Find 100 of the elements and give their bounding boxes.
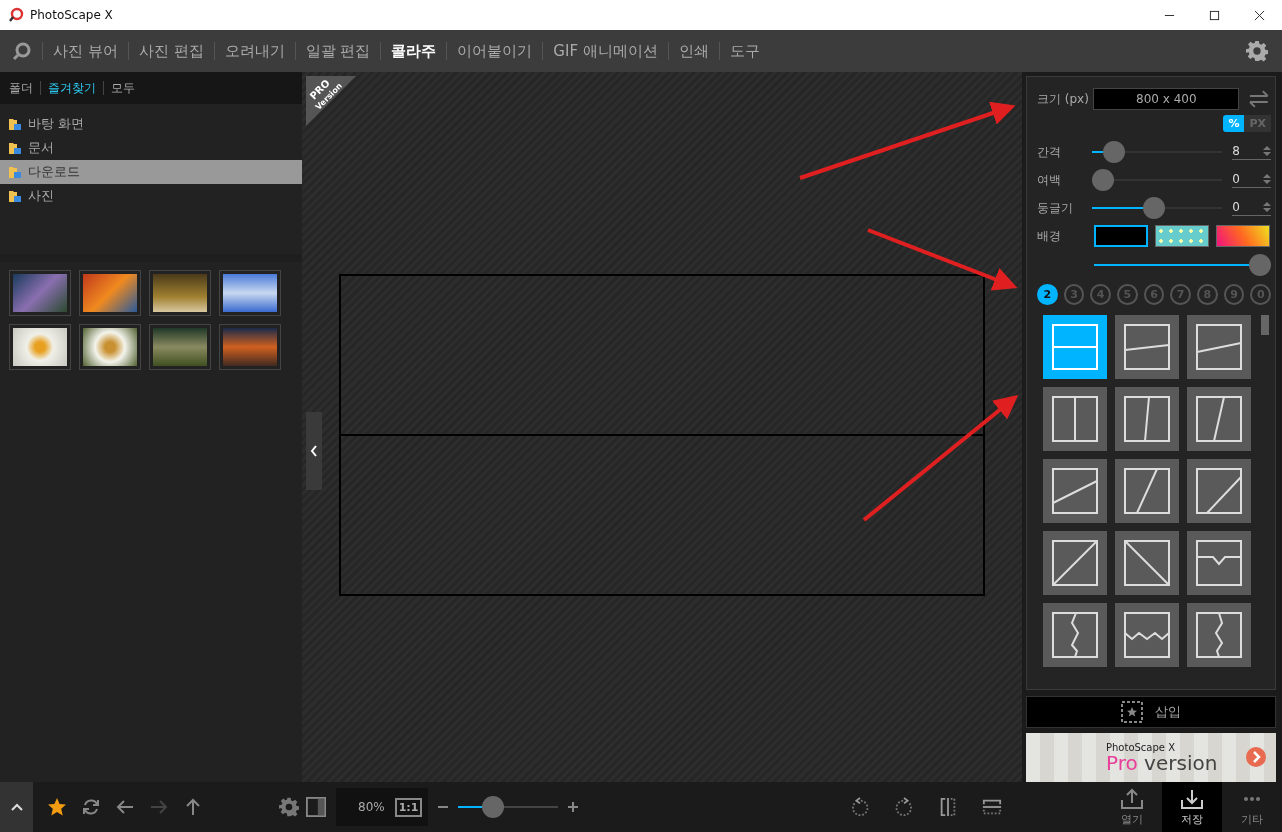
layout-tile[interactable] — [1043, 459, 1107, 523]
menu-tab[interactable]: 오려내기 — [224, 41, 285, 61]
window-title: PhotoScape X — [30, 8, 113, 22]
zoom-value: 80% — [358, 800, 385, 814]
photo-thumbnail[interactable] — [149, 324, 211, 370]
spinner-icon — [1263, 201, 1271, 213]
collapse-handle[interactable] — [306, 412, 322, 490]
photo-thumbnail[interactable] — [79, 324, 141, 370]
zoom-in-icon[interactable] — [568, 802, 579, 812]
flip-horizontal-icon[interactable] — [938, 797, 958, 817]
number-field[interactable]: 0 — [1232, 200, 1271, 216]
action-button[interactable]: 기타 — [1222, 782, 1282, 832]
menu-tab[interactable]: 콜라주 — [391, 41, 437, 61]
layout-tile[interactable] — [1115, 603, 1179, 667]
more-icon — [1244, 796, 1260, 801]
layout-tile[interactable] — [1187, 315, 1251, 379]
banner-headline: Pro version — [1106, 753, 1218, 773]
folder-item[interactable]: 사진 — [0, 184, 302, 208]
download-icon — [1181, 787, 1203, 810]
swap-icon[interactable] — [1247, 90, 1271, 108]
slider[interactable] — [1092, 169, 1223, 191]
zoom-slider[interactable] — [458, 796, 559, 818]
number-field[interactable]: 8 — [1232, 144, 1271, 160]
slider-label: 여백 — [1037, 171, 1062, 189]
app-logo-icon — [8, 7, 24, 23]
menu-tab[interactable]: 사진 편집 — [138, 41, 204, 61]
action-button[interactable]: 저장 — [1162, 782, 1222, 832]
layout-tile[interactable] — [1187, 387, 1251, 451]
number-field[interactable]: 0 — [1232, 172, 1271, 188]
background-swatch[interactable] — [1094, 225, 1148, 247]
sidebar-tab[interactable]: 폴더 — [9, 79, 33, 97]
spinner-icon — [1263, 173, 1271, 185]
photo-thumbnail[interactable] — [219, 270, 281, 316]
layout-tile[interactable] — [1115, 387, 1179, 451]
layout-tile[interactable] — [1043, 531, 1107, 595]
compare-icon[interactable] — [306, 797, 326, 817]
background-swatch[interactable] — [1155, 225, 1209, 247]
folder-icon — [8, 189, 22, 203]
menu-tab[interactable]: 일괄 편집 — [305, 41, 371, 61]
layout-tile[interactable] — [1043, 603, 1107, 667]
layout-tile[interactable] — [1187, 531, 1251, 595]
pro-version-banner[interactable]: PhotoScape X Pro version — [1026, 733, 1276, 782]
refresh-icon[interactable] — [81, 797, 101, 817]
photo-thumbnail[interactable] — [9, 324, 71, 370]
layout-tile[interactable] — [1115, 531, 1179, 595]
flip-vertical-icon[interactable] — [982, 797, 1002, 817]
app-logo-icon[interactable] — [12, 41, 32, 61]
folder-label: 문서 — [28, 139, 54, 157]
upload-icon — [1121, 787, 1143, 810]
slider-label: 둥글기 — [1037, 199, 1074, 217]
layout-tile[interactable] — [1115, 315, 1179, 379]
menu-tab[interactable]: 사진 뷰어 — [53, 41, 118, 61]
photo-thumbnail[interactable] — [149, 270, 211, 316]
background-swatch[interactable] — [1216, 225, 1270, 247]
size-field[interactable]: 800 x 400 — [1093, 88, 1240, 110]
slider[interactable] — [1092, 141, 1223, 163]
slider-label: 간격 — [1037, 143, 1062, 161]
settings-icon[interactable] — [1246, 40, 1268, 62]
action-button[interactable]: 열기 — [1102, 782, 1162, 832]
sidebar-tab[interactable]: 즐겨찾기 — [48, 79, 96, 97]
photo-thumbnail[interactable] — [9, 270, 71, 316]
layout-tile[interactable] — [1043, 315, 1107, 379]
menu-tab[interactable]: GIF 애니메이션 — [553, 41, 658, 61]
folder-label: 사진 — [28, 187, 54, 205]
folder-icon — [8, 165, 22, 179]
chevron-left-icon — [310, 445, 318, 457]
folder-icon — [8, 141, 22, 155]
star-icon[interactable] — [47, 797, 67, 817]
layout-tile[interactable] — [1115, 459, 1179, 523]
background-label: 배경 — [1037, 227, 1062, 245]
actual-size-button[interactable]: 1:1 — [394, 797, 423, 817]
size-label: 크기 (px) — [1037, 90, 1090, 108]
sidebar-tab[interactable]: 모두 — [111, 79, 135, 97]
folder-item[interactable]: 문서 — [0, 136, 302, 160]
spinner-icon — [1263, 145, 1271, 157]
settings-icon[interactable] — [279, 797, 299, 817]
scrollbar[interactable] — [1261, 315, 1269, 335]
menu-tab[interactable]: 인쇄 — [678, 41, 709, 61]
rotate-left-icon[interactable] — [850, 797, 870, 817]
folder-label: 바탕 화면 — [28, 115, 85, 133]
menu-tab[interactable]: 도구 — [729, 41, 760, 61]
folder-label: 다운로드 — [28, 163, 80, 181]
menu-tab[interactable]: 이어붙이기 — [457, 41, 533, 61]
photo-count-button[interactable]: 2 — [1037, 284, 1058, 305]
photo-thumbnail[interactable] — [219, 324, 281, 370]
folder-item[interactable]: 바탕 화면 — [0, 112, 302, 136]
layout-tile[interactable] — [1187, 459, 1251, 523]
layout-tile[interactable] — [1043, 387, 1107, 451]
photo-thumbnail[interactable] — [79, 270, 141, 316]
chevron-right-icon — [1246, 747, 1266, 767]
banner-brand: PhotoScape X — [1106, 742, 1176, 753]
insert-button[interactable]: 삽입 — [1026, 696, 1276, 728]
folder-item[interactable]: 다운로드 — [0, 160, 302, 184]
star-frame-icon — [1121, 701, 1143, 723]
slider[interactable] — [1092, 197, 1223, 219]
folder-icon — [8, 117, 22, 131]
rotate-right-icon[interactable] — [894, 797, 914, 817]
slider[interactable] — [1094, 254, 1271, 276]
layout-tile[interactable] — [1187, 603, 1251, 667]
chevron-up-icon — [10, 803, 23, 811]
